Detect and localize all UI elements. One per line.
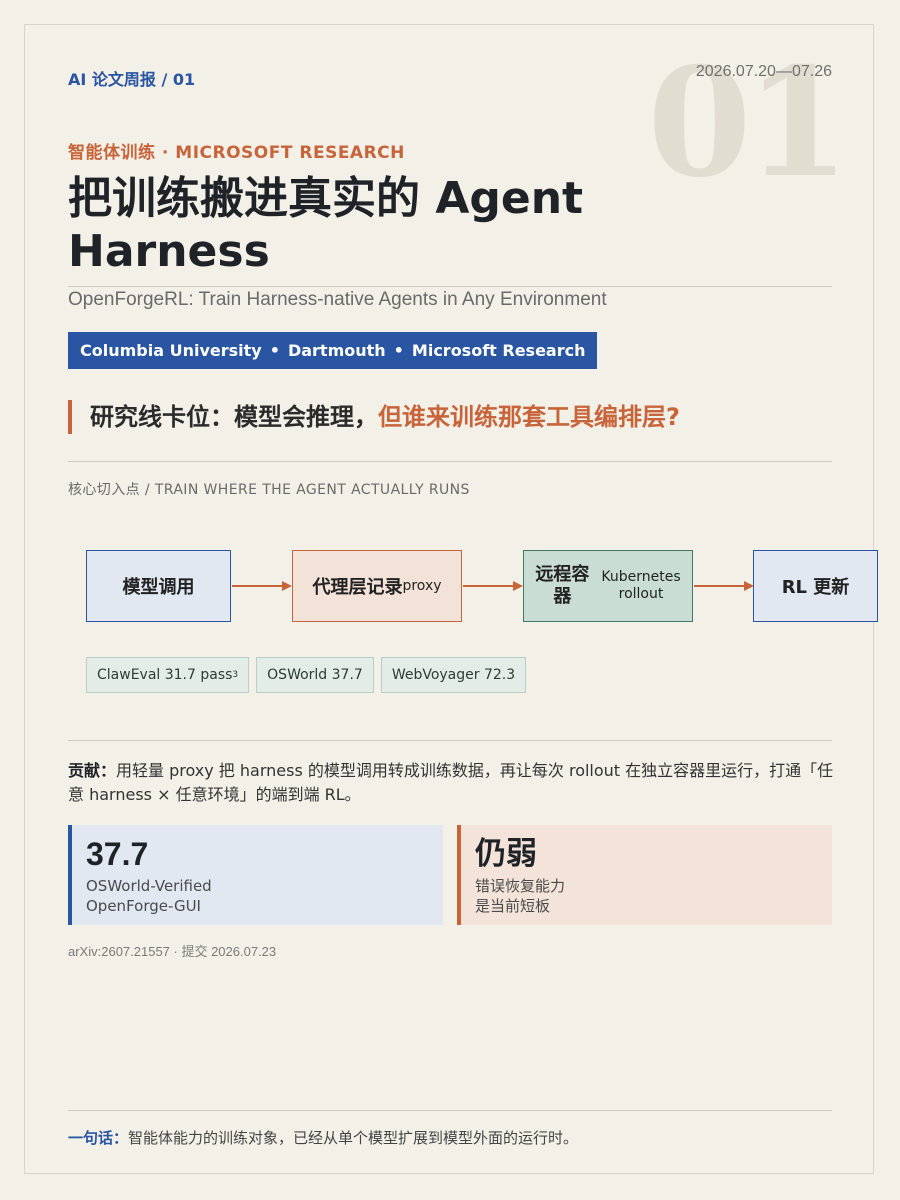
section-divider bbox=[68, 461, 832, 462]
title-divider bbox=[68, 286, 832, 287]
node-proxy-record: 代理层记录 proxy bbox=[292, 550, 462, 622]
research-question: 研究线卡位：模型会推理，但谁来训练那套工具编排层? bbox=[68, 400, 680, 434]
footer-divider bbox=[68, 1110, 832, 1111]
stat-card-weakness-value: 仍弱 bbox=[475, 836, 537, 872]
node-remote-container-sub: Kubernetes rollout bbox=[601, 569, 680, 603]
affiliation-separator: • bbox=[269, 341, 280, 360]
metric-chip-webvoyager: WebVoyager 72.3 bbox=[380, 657, 527, 693]
page-title: 把训练搬进真实的 Agent Harness bbox=[68, 173, 584, 277]
node-model-call: 模型调用 bbox=[86, 550, 231, 622]
metric-chip-claweval-sup: 3 bbox=[232, 670, 239, 680]
stat-card-osworld-desc: OSWorld-Verified OpenForge-GUI bbox=[86, 876, 443, 916]
metric-chip-osworld-text: OSWorld 37.7 bbox=[267, 667, 363, 683]
affiliation-bar: Columbia University • Dartmouth • Micros… bbox=[68, 332, 598, 369]
paper-subtitle: OpenForgeRL: Train Harness-native Agents… bbox=[68, 289, 607, 310]
node-proxy-record-sub: proxy bbox=[402, 578, 442, 594]
question-highlight: 但谁来训练那套工具编排层? bbox=[378, 403, 680, 431]
node-rl-update-label: RL 更新 bbox=[781, 577, 850, 598]
node-rl-update: RL 更新 bbox=[753, 550, 878, 622]
stat-card-osworld-value: 37.7 bbox=[86, 836, 149, 872]
node-remote-container-line1: 远程容 bbox=[535, 564, 590, 585]
contribution-text: 用轻量 proxy 把 harness 的模型调用转成训练数据，再让每次 rol… bbox=[68, 761, 834, 804]
one-line-summary: 一句话：智能体能力的训练对象，已经从单个模型扩展到模型外面的运行时。 bbox=[68, 1127, 578, 1148]
arxiv-reference: arXiv:2607.21557 · 提交 2026.07.23 bbox=[68, 944, 277, 959]
metric-chip-claweval: ClawEval 31.7 pass 3 bbox=[86, 657, 250, 693]
metric-chip-osworld: OSWorld 37.7 bbox=[256, 657, 374, 693]
metric-chips: ClawEval 31.7 pass 3 OSWorld 37.7 WebVoya… bbox=[86, 657, 527, 693]
question-prefix: 研究线卡位：模型会推理， bbox=[90, 403, 378, 431]
node-remote-container-sub1: Kubernetes bbox=[601, 569, 681, 585]
stat-card-osworld-desc-line1: OSWorld-Verified bbox=[86, 877, 212, 895]
issue-label: AI 论文周报 / 01 bbox=[68, 70, 196, 89]
affiliation-microsoft: Microsoft Research bbox=[411, 341, 586, 360]
stat-card-osworld-desc-line2: OpenForge-GUI bbox=[86, 897, 201, 915]
node-proxy-record-label: 代理层记录 bbox=[312, 577, 403, 598]
stat-card-osworld: 37.7 OSWorld-Verified OpenForge-GUI bbox=[68, 825, 443, 925]
summary-label: 一句话： bbox=[68, 1129, 129, 1147]
node-remote-container: 远程容 器 Kubernetes rollout bbox=[523, 550, 693, 622]
flow-arrow-3 bbox=[694, 581, 754, 591]
flow-arrow-2 bbox=[463, 581, 523, 591]
date-range: 2026.07.20—07.26 bbox=[695, 63, 832, 80]
stat-card-weakness-desc: 错误恢复能力 是当前短板 bbox=[475, 876, 832, 916]
contribution-label: 贡献： bbox=[68, 761, 117, 780]
affiliation-dartmouth: Dartmouth bbox=[287, 341, 386, 360]
category-label: 智能体训练 · MICROSOFT RESEARCH bbox=[68, 143, 405, 163]
affiliation-separator: • bbox=[393, 341, 404, 360]
node-remote-container-sub2: rollout bbox=[618, 586, 664, 602]
stat-card-weakness: 仍弱 错误恢复能力 是当前短板 bbox=[457, 825, 832, 925]
node-remote-container-line2: 器 bbox=[553, 586, 572, 607]
metric-chip-claweval-text: ClawEval 31.7 pass bbox=[97, 667, 233, 683]
stat-card-weakness-desc-line2: 是当前短板 bbox=[475, 897, 551, 915]
node-model-call-label: 模型调用 bbox=[122, 577, 195, 598]
diagram-section-label: 核心切入点 / TRAIN WHERE THE AGENT ACTUALLY R… bbox=[68, 482, 470, 498]
affiliation-columbia: Columbia University bbox=[80, 341, 262, 360]
node-remote-container-label: 远程容 器 bbox=[535, 564, 589, 608]
flow-arrow-1 bbox=[232, 581, 292, 591]
section-divider bbox=[68, 740, 832, 741]
contribution-paragraph: 贡献：用轻量 proxy 把 harness 的模型调用转成训练数据，再让每次 … bbox=[68, 759, 838, 807]
stat-card-weakness-desc-line1: 错误恢复能力 bbox=[475, 877, 566, 895]
metric-chip-webvoyager-text: WebVoyager 72.3 bbox=[391, 667, 516, 683]
summary-text: 智能体能力的训练对象，已经从单个模型扩展到模型外面的运行时。 bbox=[128, 1129, 579, 1147]
